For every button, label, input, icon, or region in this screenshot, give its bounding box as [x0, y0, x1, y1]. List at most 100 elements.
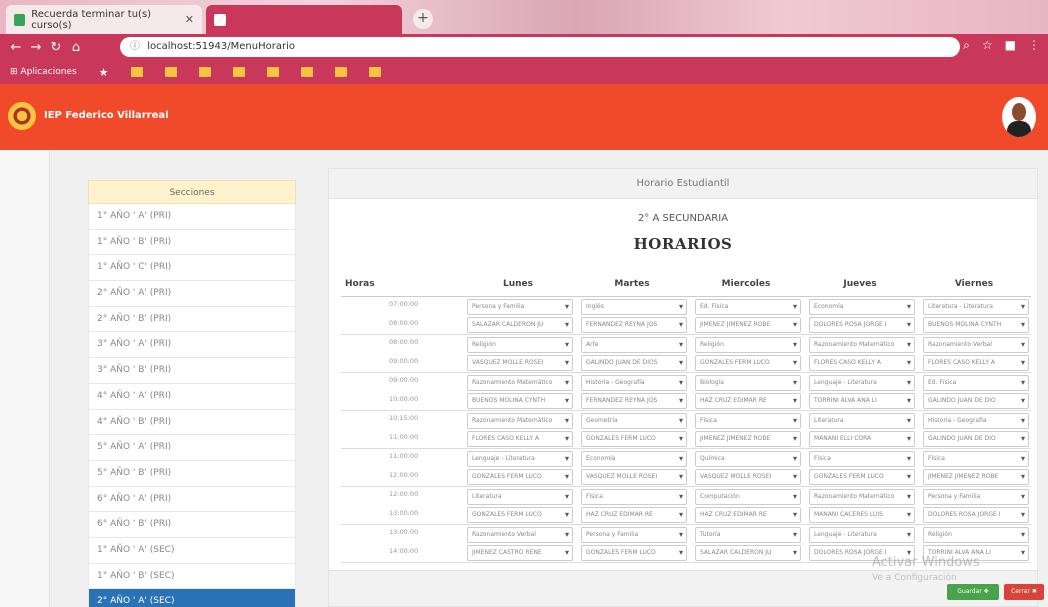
course-select[interactable]: Física [809, 451, 915, 467]
course-select[interactable]: Historia - Geografía [923, 413, 1029, 429]
teacher-select[interactable]: GONZALES FERM LUCO [581, 545, 687, 561]
bookmark-folder-icon[interactable] [368, 67, 381, 77]
teacher-select[interactable]: HAZ CRUZ EDIMAR RE [695, 393, 801, 409]
section-item[interactable]: 5° AÑO ' B' (PRI) [88, 460, 296, 487]
course-select[interactable]: Lenguaje - Literatura [809, 527, 915, 543]
section-item[interactable]: 3° AÑO ' A' (PRI) [88, 332, 296, 359]
teacher-select[interactable]: GONZALES FERM LUCO [695, 355, 801, 371]
course-select[interactable]: Arte [581, 337, 687, 353]
course-select[interactable]: Razonamiento Matemático [809, 337, 915, 353]
bookmark-folder-icon[interactable] [130, 67, 143, 77]
course-select[interactable]: Lenguaje - Literatura [467, 451, 573, 467]
course-select[interactable]: Física [581, 489, 687, 505]
course-select[interactable]: Persona y Familia [581, 527, 687, 543]
section-item[interactable]: 1° AÑO ' A' (PRI) [88, 204, 296, 230]
course-select[interactable]: Persona y Familia [467, 299, 573, 315]
teacher-select[interactable]: SALAZAR CALDERON JU [467, 317, 573, 333]
section-item[interactable]: 2° AÑO ' B' (PRI) [88, 306, 296, 333]
teacher-select[interactable]: DOLORES ROSA JORGE I [923, 507, 1029, 523]
teacher-select[interactable]: VASQUEZ MOLLE ROSEI [695, 469, 801, 485]
teacher-select[interactable]: FERNANDEZ REYNA JOS [581, 317, 687, 333]
course-select[interactable]: Persona y Familia [923, 489, 1029, 505]
teacher-select[interactable]: DOLORES ROSA JORGE I [809, 317, 915, 333]
course-select[interactable]: Computación [695, 489, 801, 505]
user-avatar[interactable] [1002, 97, 1036, 137]
teacher-select[interactable]: JIMENEZ JIMENEZ ROBE [695, 431, 801, 447]
section-item[interactable]: 5° AÑO ' A' (PRI) [88, 435, 296, 461]
course-select[interactable]: Razonamiento Matemático [467, 375, 573, 391]
new-tab-button[interactable]: + [413, 9, 433, 29]
teacher-select[interactable]: VASQUEZ MOLLE ROSEI [581, 469, 687, 485]
course-select[interactable]: Física [923, 451, 1029, 467]
course-select[interactable]: Química [695, 451, 801, 467]
course-select[interactable]: Biología [695, 375, 801, 391]
back-arrow-icon[interactable]: ← [6, 40, 26, 55]
tab-close-icon[interactable]: ✕ [185, 13, 194, 26]
bookmark-folder-icon[interactable] [334, 67, 347, 77]
course-select[interactable]: Literatura - Literatura [923, 299, 1029, 315]
home-icon[interactable]: ⌂ [66, 40, 86, 55]
course-select[interactable]: Lenguaje - Literatura [809, 375, 915, 391]
bookmark-folder-icon[interactable] [266, 67, 279, 77]
teacher-select[interactable]: VASQUEZ MOLLE ROSEI [467, 355, 573, 371]
course-select[interactable]: Literatura [467, 489, 573, 505]
course-select[interactable]: Física [695, 413, 801, 429]
course-select[interactable]: Economía [581, 451, 687, 467]
teacher-select[interactable]: JIMENEZ CASTRO RENE [467, 545, 573, 561]
zoom-icon[interactable]: ⌕ [963, 38, 970, 53]
course-select[interactable]: Inglés [581, 299, 687, 315]
teacher-select[interactable]: FLORES CASO KELLY A [809, 355, 915, 371]
reload-icon[interactable]: ↻ [46, 40, 66, 55]
course-select[interactable]: Ed. Física [695, 299, 801, 315]
teacher-select[interactable]: MANANI CACERES LUIS [809, 507, 915, 523]
forward-arrow-icon[interactable]: → [26, 40, 46, 55]
bookmark-folder-icon[interactable] [198, 67, 211, 77]
section-item[interactable]: 4° AÑO ' A' (PRI) [88, 383, 296, 410]
course-select[interactable]: Religión [695, 337, 801, 353]
bookmark-folder-icon[interactable] [164, 67, 177, 77]
section-item[interactable]: 4° AÑO ' B' (PRI) [88, 409, 296, 436]
bookmark-folder-icon[interactable] [232, 67, 245, 77]
apps-shortcut[interactable]: ⊞ Aplicaciones [10, 67, 77, 77]
teacher-select[interactable]: MANANI ELLI CORA [809, 431, 915, 447]
teacher-select[interactable]: BUENOS MOLINA CYNTH [467, 393, 573, 409]
teacher-select[interactable]: SALAZAR CALDERON JU [695, 545, 801, 561]
teacher-select[interactable]: FERNANDEZ REYNA JOS [581, 393, 687, 409]
save-button[interactable]: Guardar ✚ [947, 584, 999, 600]
teacher-select[interactable]: TORRINI ALVA ANA LI [809, 393, 915, 409]
teacher-select[interactable]: GONZALES FERM LUCO [467, 469, 573, 485]
teacher-select[interactable]: GALINDO JUAN DE DIO [923, 393, 1029, 409]
course-select[interactable]: Religión [923, 527, 1029, 543]
extension-icon[interactable]: ■ [1005, 38, 1016, 53]
course-select[interactable]: Literatura [809, 413, 915, 429]
course-select[interactable]: Razonamiento Matemático [809, 489, 915, 505]
course-select[interactable]: Tutoría [695, 527, 801, 543]
browser-tab-active[interactable]: Recuerda terminar tu(s) curso(s) ✕ [6, 5, 202, 34]
course-select[interactable]: Historia - Geografía [581, 375, 687, 391]
teacher-select[interactable]: BUENOS MOLINA CYNTH [923, 317, 1029, 333]
teacher-select[interactable]: GONZALES FERM LUCO [467, 507, 573, 523]
url-field[interactable]: ⓘ localhost:51943/MenuHorario [120, 37, 960, 57]
course-select[interactable]: Ed. Física [923, 375, 1029, 391]
course-select[interactable]: Religión [467, 337, 573, 353]
course-select[interactable]: Razonamiento Verbal [467, 527, 573, 543]
bookmark-star-icon[interactable]: ★ [99, 66, 109, 79]
section-item[interactable]: 1° AÑO ' A' (SEC) [88, 537, 296, 564]
bookmark-folder-icon[interactable] [300, 67, 313, 77]
section-item[interactable]: 6° AÑO ' B' (PRI) [88, 512, 296, 538]
teacher-select[interactable]: GALINDO JUAN DE DIO [923, 431, 1029, 447]
section-item[interactable]: 6° AÑO ' A' (PRI) [88, 486, 296, 513]
course-select[interactable]: Geometría [581, 413, 687, 429]
section-item[interactable]: 1° AÑO ' C' (PRI) [88, 255, 296, 282]
section-item[interactable]: 1° AÑO ' B' (PRI) [88, 229, 296, 256]
teacher-select[interactable]: JIMENEZ JIMENEZ ROBE [923, 469, 1029, 485]
section-item[interactable]: 3° AÑO ' B' (PRI) [88, 358, 296, 384]
course-select[interactable]: Razonamiento Matemático [467, 413, 573, 429]
course-select[interactable]: Economía [809, 299, 915, 315]
teacher-select[interactable]: FLORES CASO KELLY A [467, 431, 573, 447]
teacher-select[interactable]: GONZALES FERM LUCO [809, 469, 915, 485]
teacher-select[interactable]: HAZ CRUZ EDIMAR RE [695, 507, 801, 523]
section-item[interactable]: 1° AÑO ' B' (SEC) [88, 563, 296, 590]
section-item[interactable]: 2° AÑO ' A' (PRI) [88, 281, 296, 307]
menu-dots-icon[interactable]: ⋮ [1028, 38, 1040, 53]
